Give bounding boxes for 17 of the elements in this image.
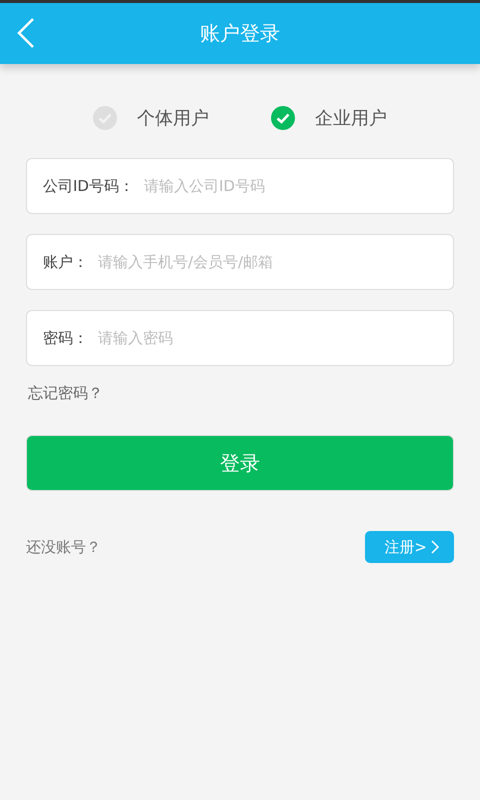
register-prompt: 还没账号？ [26,538,101,556]
input-field[interactable]: 请输入公司ID号码 [142,176,437,196]
input-field[interactable]: 请输入手机号/会员号/邮箱 [96,252,437,272]
user-type-option[interactable]: 企业用户 [271,106,387,130]
field-label: 密码： [43,328,88,348]
form-field[interactable]: 账户： 请输入手机号/会员号/邮箱 [26,234,454,290]
page-title: 账户登录 [200,20,280,47]
back-button[interactable] [16,17,36,49]
forgot-password-link[interactable]: 忘记密码？ [28,384,103,403]
form-field[interactable]: 公司ID号码： 请输入公司ID号码 [26,158,454,214]
field-label: 公司ID号码： [43,176,134,196]
input-field[interactable]: 请输入密码 [96,328,437,348]
form-field[interactable]: 密码： 请输入密码 [26,310,454,366]
field-label: 账户： [43,252,88,272]
user-type-option[interactable]: 个体用户 [93,106,209,130]
back-icon [16,17,36,49]
chevron-right-icon [431,540,440,554]
